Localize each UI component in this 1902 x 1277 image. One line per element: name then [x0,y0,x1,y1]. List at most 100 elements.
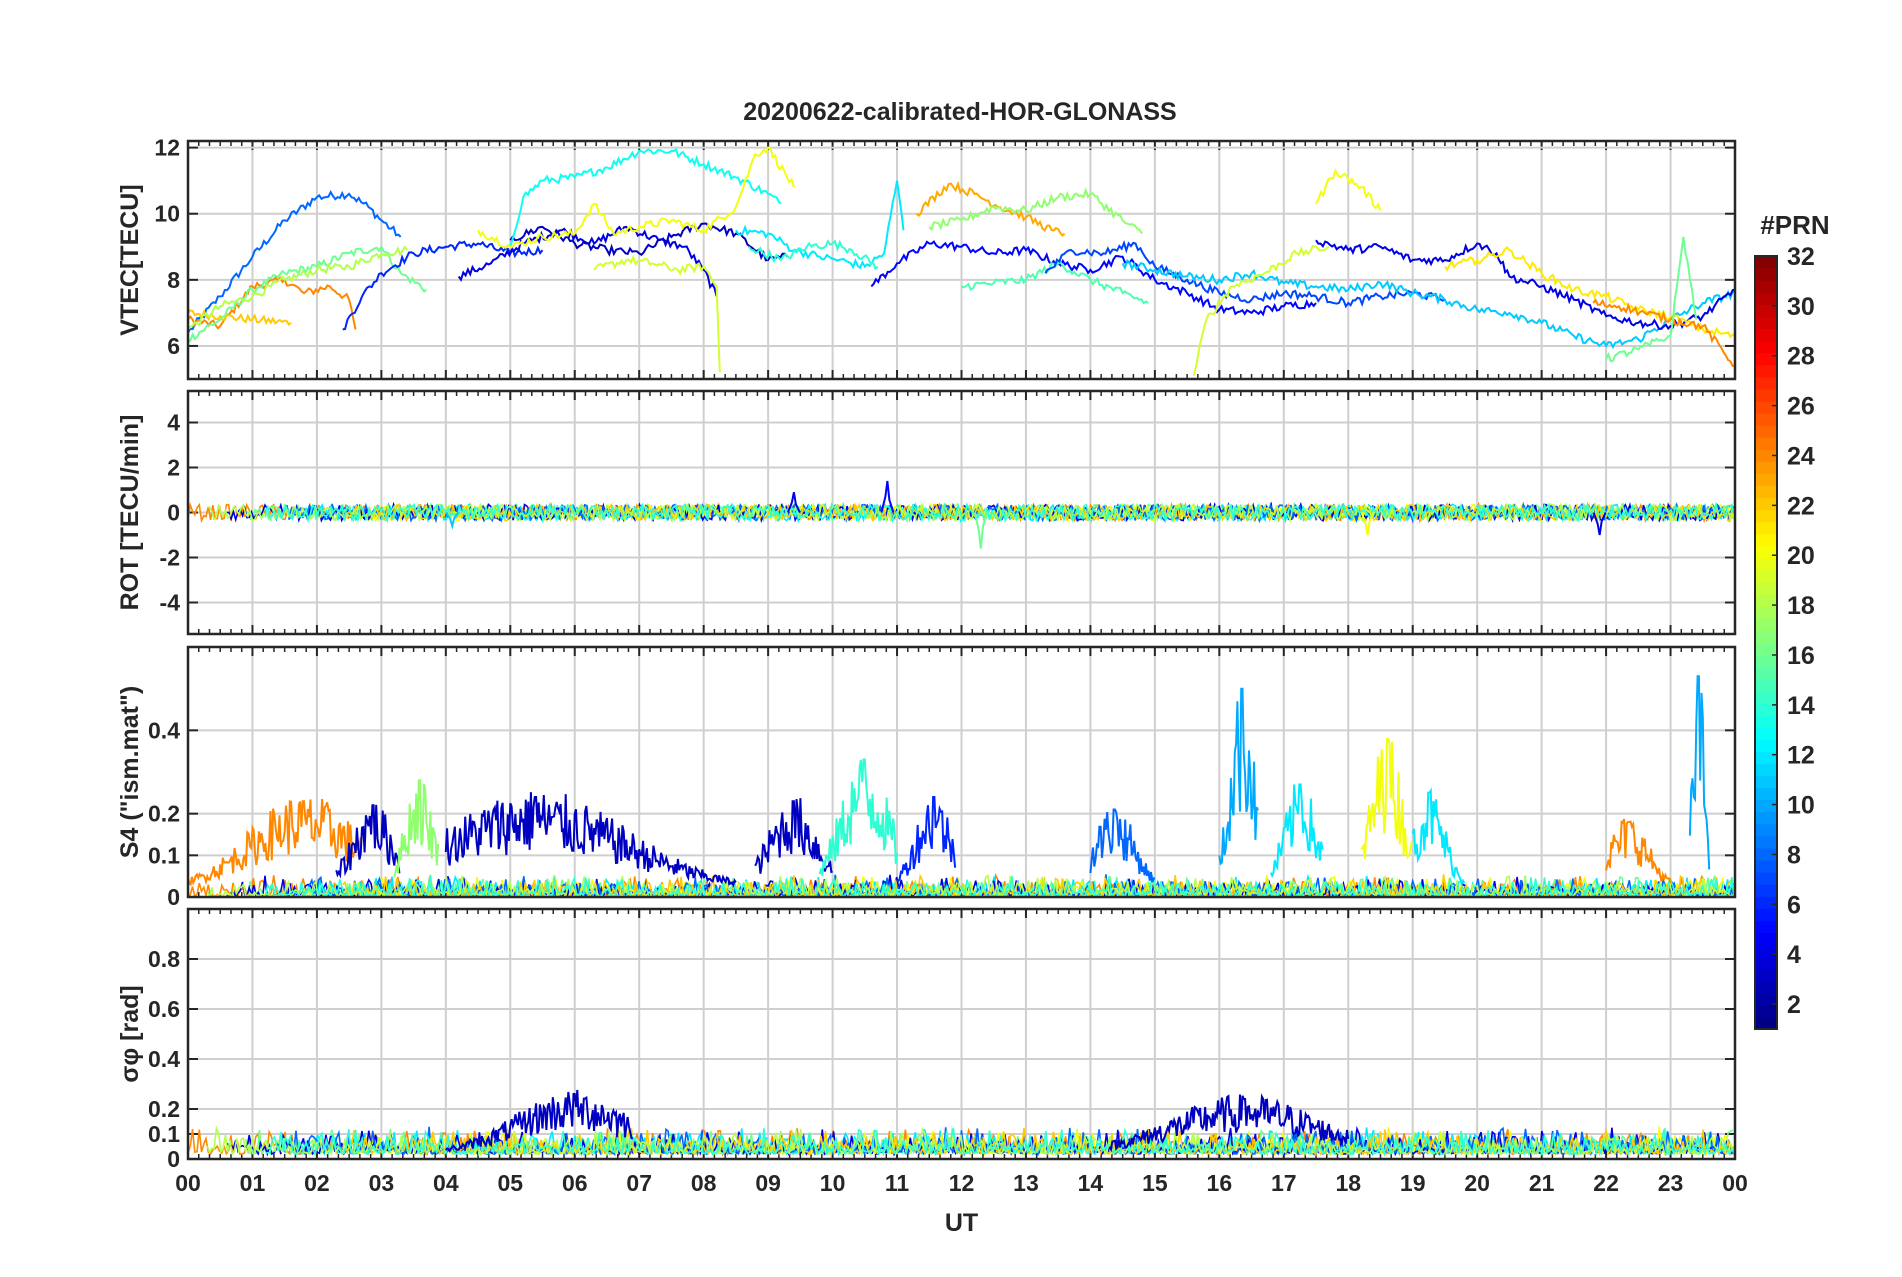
x-tick-label: 16 [1207,1170,1233,1196]
x-tick-label: 22 [1593,1170,1619,1196]
y-tick-label: 0 [167,1146,180,1172]
colorbar-swatch [1755,642,1777,656]
colorbar-swatch [1755,582,1777,595]
x-tick-label: 15 [1142,1170,1168,1196]
y-tick-label: 0.2 [148,1096,180,1122]
x-tick-label: 08 [691,1170,717,1196]
y-axis-label: S4 ("ism.mat") [116,686,144,858]
panel-s4: 0 0.1 0.2 0.4S4 ("ism.mat") [116,645,1737,910]
y-tick-label: 4 [167,410,180,436]
colorbar-swatch [1755,473,1777,487]
colorbar-swatch [1755,678,1777,692]
colorbar-swatch [1755,823,1777,837]
panel-vtec: 6 8 10 12 VTEC[TECU] [116,135,1737,381]
colorbar-swatch [1755,557,1777,571]
x-tick-label: 01 [240,1170,266,1196]
colorbar-swatch [1755,425,1777,438]
colorbar-swatch [1755,388,1777,402]
colorbar-swatch [1755,799,1777,813]
y-axis-label: σφ [rad] [116,985,144,1083]
y-tick-label: 12 [154,135,180,161]
colorbar-swatch [1755,920,1777,933]
y-tick-label: 0.4 [148,1046,180,1072]
x-tick-label: 09 [755,1170,781,1196]
y-axis-label: ROT [TECU/min] [116,415,144,611]
colorbar-swatch [1755,690,1777,704]
colorbar-swatch [1755,1004,1777,1018]
colorbar-swatch [1755,751,1777,764]
colorbar-swatch [1755,654,1777,668]
colorbar-swatch [1755,811,1777,825]
colorbar-swatch [1755,968,1777,982]
colorbar-swatch [1755,292,1777,305]
y-tick-label: 0.4 [148,717,180,743]
y-tick-label: 0.8 [148,946,180,972]
colorbar-tick-label: 16 [1787,642,1815,670]
y-tick-label: -2 [160,545,180,571]
colorbar-tick-label: 28 [1787,343,1815,371]
y-tick-label: 0.1 [148,1121,180,1147]
y-tick-label: 0.6 [148,996,180,1022]
x-tick-label: 00 [175,1170,201,1196]
colorbar-swatch [1755,714,1777,728]
colorbar-swatch [1755,364,1777,378]
x-tick-label: 05 [497,1170,523,1196]
y-tick-label: 6 [167,333,180,359]
colorbar-swatch [1755,280,1777,293]
x-tick-label: 18 [1335,1170,1361,1196]
colorbar-swatch [1755,437,1777,450]
colorbar-swatch [1755,932,1777,946]
colorbar-tick-label: 30 [1787,293,1815,321]
colorbar-tick-label: 4 [1787,941,1801,969]
colorbar-swatch [1755,256,1777,269]
colorbar-swatch [1755,533,1777,547]
y-tick-label: 0 [167,500,180,526]
y-axis-label: VTEC[TECU] [116,184,144,335]
x-tick-label: 03 [369,1170,395,1196]
x-tick-label: 04 [433,1170,459,1196]
colorbar-swatch [1755,328,1777,342]
colorbar-swatch [1755,485,1777,499]
colorbar-tick-label: 6 [1787,891,1801,919]
x-tick-label: 20 [1464,1170,1490,1196]
figure: 20200622-calibrated-HOR-GLONASS 6 8 10 12 VT… [0,0,1902,1272]
colorbar-tick-label: 20 [1787,542,1815,570]
x-tick-label: 17 [1271,1170,1297,1196]
x-tick-label: 13 [1013,1170,1039,1196]
colorbar-swatch [1755,376,1777,390]
colorbar-swatch [1755,787,1777,801]
colorbar-swatch [1755,570,1777,583]
colorbar-swatch [1755,545,1777,559]
panel-sigma_phi: 00.10.2 0.4 0.6 0.8σφ [rad] [116,907,1737,1172]
colorbar-tick-label: 10 [1787,792,1815,820]
colorbar-swatch [1755,896,1777,909]
colorbar-tick-label: 26 [1787,393,1815,421]
colorbar-swatch [1755,956,1777,970]
colorbar-swatch [1755,521,1777,535]
colorbar-tick-label: 32 [1787,243,1815,271]
x-tick-label: 07 [626,1170,652,1196]
colorbar-label: #PRN [1760,210,1829,240]
colorbar-swatch [1755,497,1777,511]
colorbar-swatch [1755,727,1777,740]
colorbar-swatch [1755,1016,1777,1030]
x-tick-label: 11 [885,1170,910,1196]
colorbar-swatch [1755,618,1777,632]
colorbar-swatch [1755,316,1777,330]
colorbar-tick-label: 12 [1787,742,1815,770]
colorbar-swatch [1755,763,1777,776]
colorbar-swatch [1755,775,1777,789]
colorbar-swatch [1755,461,1777,475]
y-tick-label: 0 [167,884,180,910]
y-tick-label: 0.1 [148,842,180,868]
colorbar-swatch [1755,268,1777,281]
x-axis-label: UT [945,1209,978,1237]
chart-title: 20200622-calibrated-HOR-GLONASS [743,98,1176,126]
x-tick-label: 12 [949,1170,975,1196]
colorbar-tick-label: 24 [1787,442,1815,470]
colorbar-swatch [1755,606,1777,619]
colorbar-swatch [1755,859,1777,873]
chart-svg: 20200622-calibrated-HOR-GLONASS 6 8 10 12 VT… [116,98,1830,1237]
colorbar-swatch [1755,400,1777,414]
y-tick-label: 0.2 [148,801,180,827]
